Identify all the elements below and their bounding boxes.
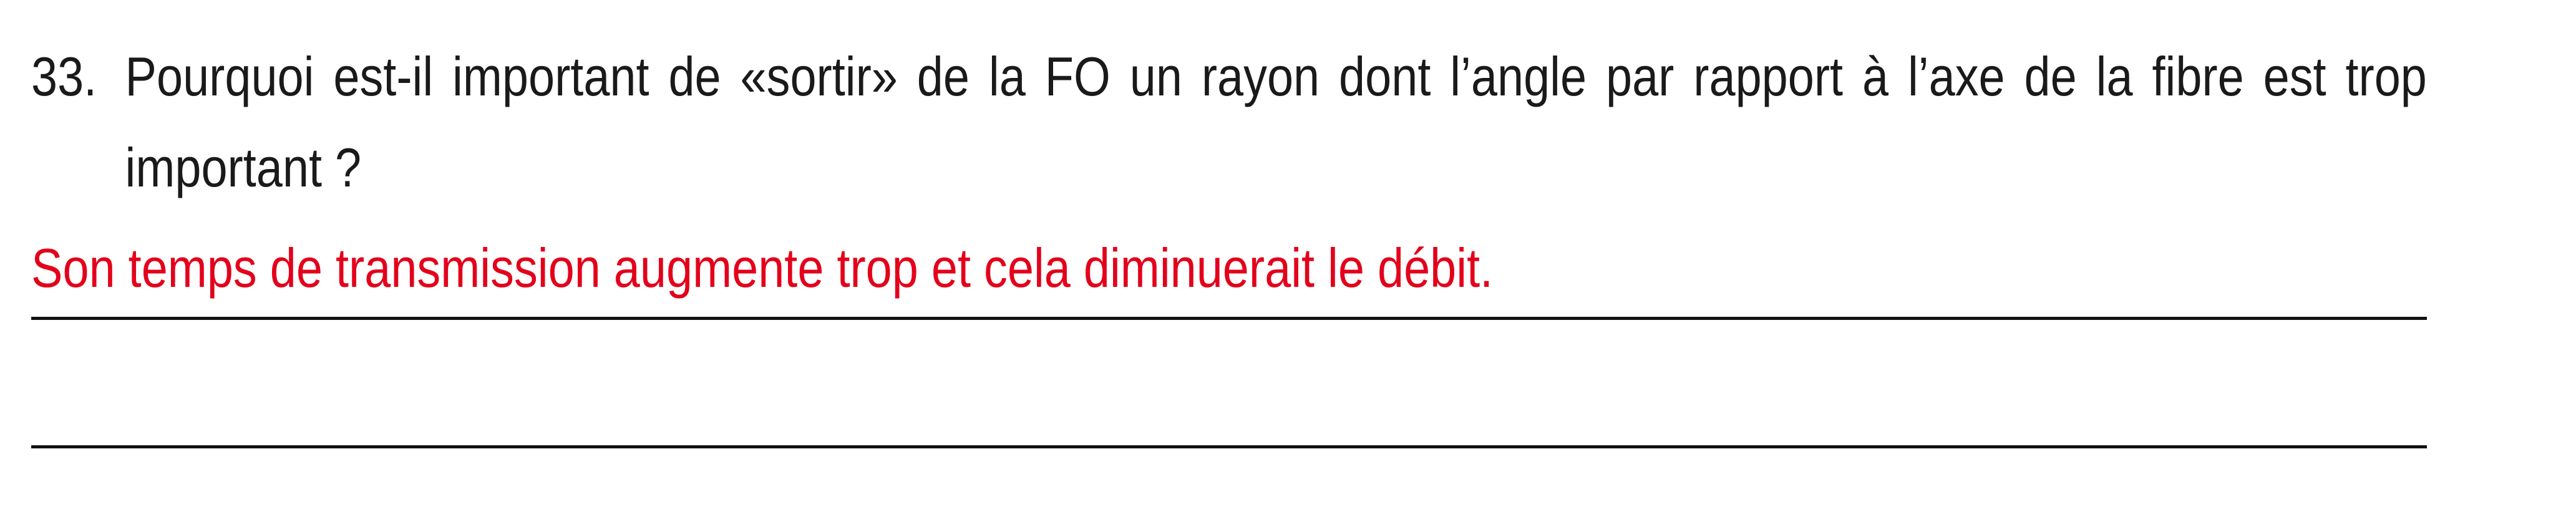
answer-line-1 xyxy=(31,317,2427,320)
answer-line-2 xyxy=(31,445,2427,448)
question-text: Pourquoi est-il important de «sortir» de… xyxy=(125,46,2427,198)
question-number: 33. xyxy=(31,46,97,107)
answer-text: Son temps de transmission augmente trop … xyxy=(31,237,1494,299)
question-block: 33. Pourquoi est-il important de «sortir… xyxy=(31,31,2427,213)
